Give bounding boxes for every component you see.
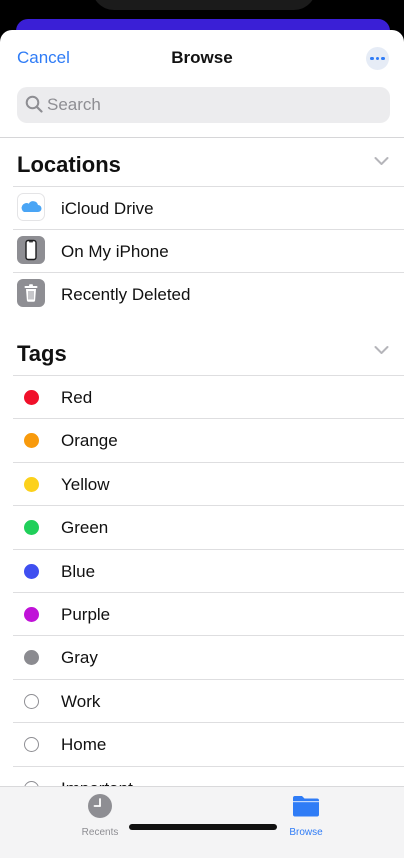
tag-color-dot-icon (24, 650, 39, 666)
browse-sheet: Cancel Browse Locations iCloud Drive (0, 30, 404, 858)
tag-label: Orange (61, 431, 118, 451)
location-item-on-my-iphone[interactable]: On My iPhone (13, 229, 404, 272)
tab-recents[interactable]: Recents (55, 793, 145, 838)
tag-item-blue[interactable]: Blue (13, 548, 404, 592)
tag-label: Green (61, 518, 109, 538)
empty-tag-circle-icon (24, 693, 39, 709)
location-label: On My iPhone (61, 242, 169, 261)
tag-label: Blue (61, 561, 96, 581)
trash-icon (17, 279, 45, 307)
more-options-button[interactable] (366, 47, 389, 70)
more-dot-icon (370, 56, 374, 61)
more-dot-icon (375, 56, 380, 61)
tags-section-header[interactable]: Tags (0, 329, 404, 375)
chevron-down-icon[interactable] (374, 156, 389, 166)
search-bar[interactable] (17, 87, 390, 123)
tag-item-gray[interactable]: Gray (13, 635, 404, 678)
tab-browse[interactable]: Browse (261, 793, 351, 838)
section-title: Locations (17, 152, 121, 177)
tag-color-dot-icon (24, 433, 39, 449)
clock-icon (88, 794, 112, 818)
folder-icon (293, 796, 319, 817)
tag-item-red[interactable]: Red (13, 375, 404, 418)
tag-label: Gray (61, 648, 98, 668)
nav-bar: Cancel Browse (0, 30, 404, 82)
tag-label: Purple (61, 605, 111, 624)
tag-color-dot-icon (24, 520, 39, 536)
location-label: Recently Deleted (61, 285, 191, 304)
device-notch (92, 0, 316, 10)
tag-item-orange[interactable]: Orange (13, 418, 404, 461)
tag-item-green[interactable]: Green (13, 505, 404, 548)
section-title: Tags (17, 341, 67, 366)
tag-label: Red (61, 388, 93, 407)
tag-label: Work (61, 691, 101, 711)
tag-item-work[interactable]: Work (13, 678, 404, 722)
tag-item-purple[interactable]: Purple (13, 592, 404, 635)
empty-tag-circle-icon (24, 737, 39, 753)
home-indicator (129, 824, 277, 830)
tab-bar: Recents Browse (0, 786, 404, 858)
more-dot-icon (381, 56, 385, 61)
tag-item-home[interactable]: Home (13, 722, 404, 765)
divider (0, 137, 404, 138)
tag-label: Yellow (61, 474, 110, 494)
page-title: Browse (171, 48, 233, 67)
tag-color-dot-icon (24, 476, 39, 492)
tag-color-dot-icon (24, 390, 39, 405)
tag-color-dot-icon (24, 563, 39, 579)
icloud-icon (17, 193, 45, 221)
location-label: iCloud Drive (61, 199, 154, 218)
locations-section-header[interactable]: Locations (0, 140, 404, 186)
chevron-down-icon[interactable] (374, 345, 389, 355)
location-item-recently-deleted[interactable]: Recently Deleted (13, 272, 404, 315)
tag-item-yellow[interactable]: Yellow (13, 461, 404, 505)
iphone-icon (17, 236, 45, 264)
location-item-icloud-drive[interactable]: iCloud Drive (13, 186, 404, 229)
search-icon (25, 95, 43, 113)
tag-label: Home (61, 735, 107, 755)
search-input[interactable] (47, 87, 377, 123)
tag-color-dot-icon (24, 607, 39, 622)
